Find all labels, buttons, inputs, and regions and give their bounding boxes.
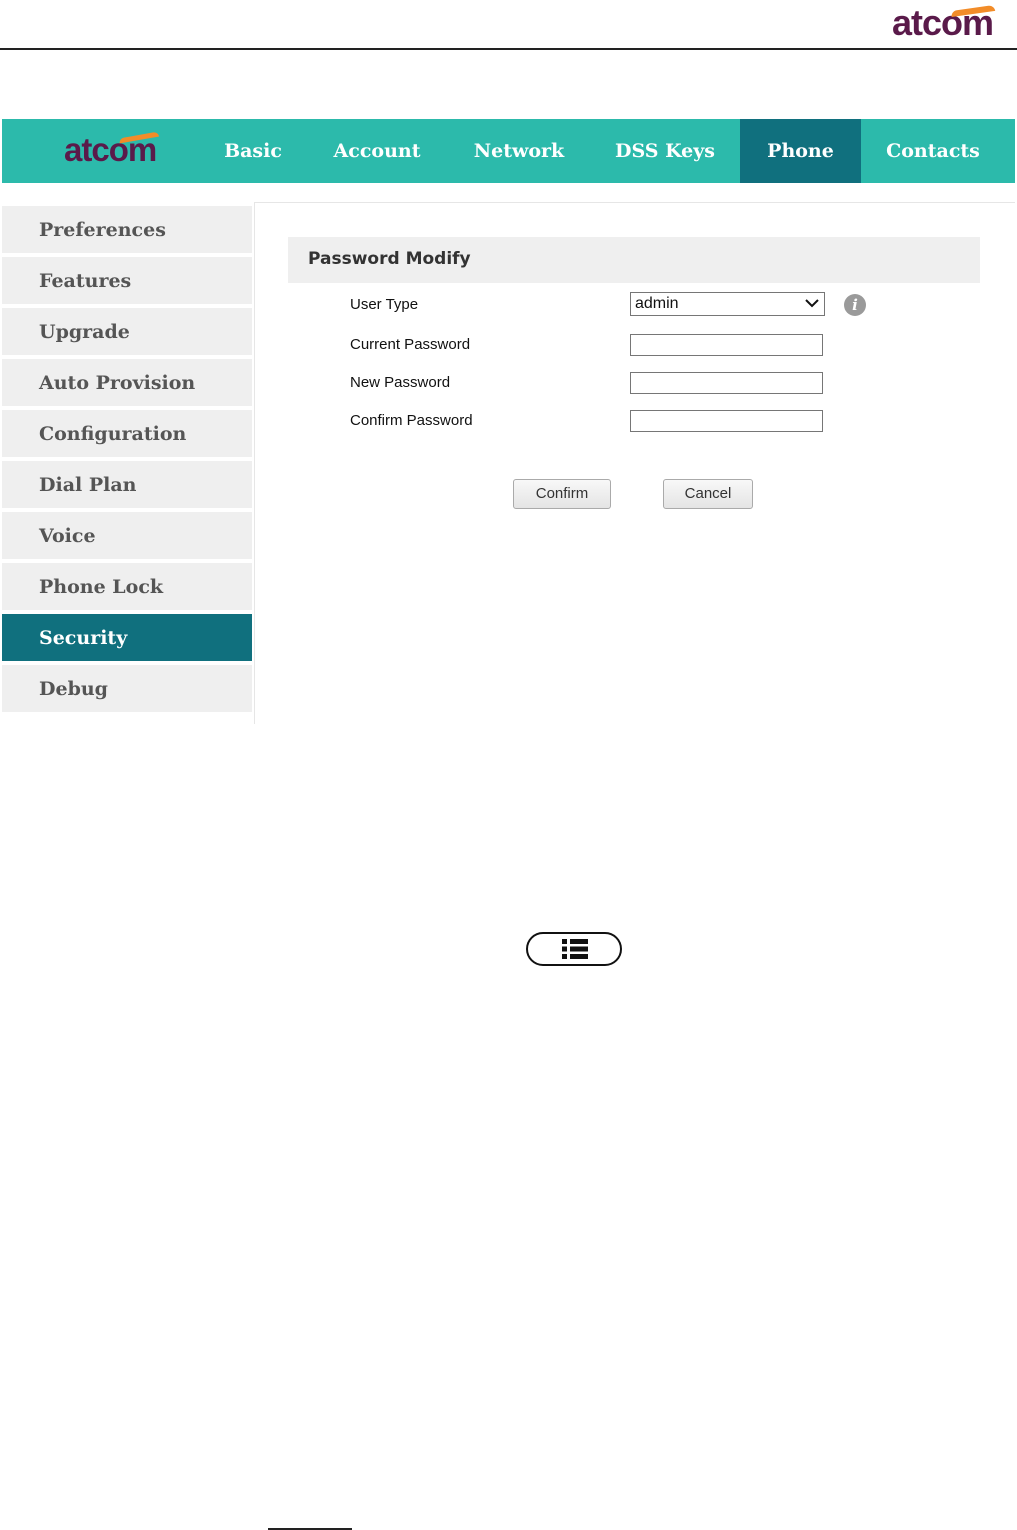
sidebar-item-preferences[interactable]: Preferences <box>2 206 252 255</box>
document-logo: atcom <box>892 2 996 44</box>
tab-account[interactable]: Account <box>320 119 434 183</box>
info-icon[interactable]: i <box>844 294 866 316</box>
tab-basic[interactable]: Basic <box>208 119 298 183</box>
user-type-select[interactable]: admin <box>630 292 825 316</box>
sidebar-item-phone-lock[interactable]: Phone Lock <box>2 563 252 612</box>
content-top-divider <box>254 202 1015 203</box>
sidebar-item-security[interactable]: Security <box>2 614 252 663</box>
sidebar-item-debug[interactable]: Debug <box>2 665 252 714</box>
tab-network[interactable]: Network <box>458 119 580 183</box>
tab-dss-keys[interactable]: DSS Keys <box>598 119 732 183</box>
new-password-input[interactable] <box>630 372 823 394</box>
current-password-input[interactable] <box>630 334 823 356</box>
confirm-password-label: Confirm Password <box>350 412 473 429</box>
panel-header: Password Modify <box>288 237 980 283</box>
document-header: atcom <box>0 0 1017 50</box>
current-password-label: Current Password <box>350 336 471 353</box>
user-type-value: admin <box>635 295 679 312</box>
new-password-label: New Password <box>350 374 451 391</box>
confirm-password-input[interactable] <box>630 410 823 432</box>
confirm-button[interactable]: Confirm <box>513 479 611 509</box>
sidebar-item-configuration[interactable]: Configuration <box>2 410 252 459</box>
sidebar: Preferences Features Upgrade Auto Provis… <box>2 206 252 724</box>
user-type-label: User Type <box>350 296 419 313</box>
tab-contacts[interactable]: Contacts <box>868 119 998 183</box>
sidebar-item-auto-provision[interactable]: Auto Provision <box>2 359 252 408</box>
nav-logo[interactable]: atcom <box>64 131 160 169</box>
menu-list-icon <box>562 939 588 959</box>
panel-title: Password Modify <box>308 249 471 269</box>
chevron-down-icon <box>805 299 819 308</box>
menu-key <box>526 932 622 966</box>
sidebar-item-features[interactable]: Features <box>2 257 252 306</box>
top-navigation: atcom Basic Account Network DSS Keys Pho… <box>2 119 1015 183</box>
cancel-button[interactable]: Cancel <box>663 479 753 509</box>
sidebar-item-upgrade[interactable]: Upgrade <box>2 308 252 357</box>
tab-phone[interactable]: Phone <box>740 119 861 183</box>
sidebar-item-dial-plan[interactable]: Dial Plan <box>2 461 252 510</box>
sidebar-item-voice[interactable]: Voice <box>2 512 252 561</box>
sidebar-divider <box>254 203 255 724</box>
web-admin-screenshot: atcom Basic Account Network DSS Keys Pho… <box>2 119 1015 724</box>
